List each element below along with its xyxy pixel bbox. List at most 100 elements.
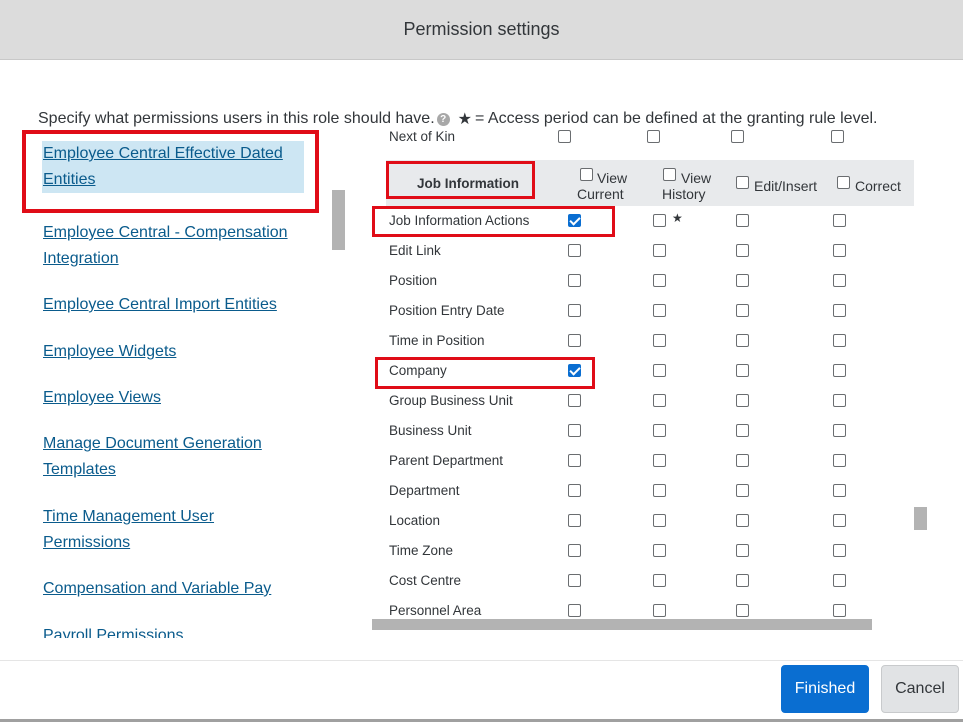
checkbox-time-zone-correct[interactable] xyxy=(833,544,846,557)
checkbox-next-of-kin-edit-insert[interactable] xyxy=(731,130,744,143)
question-icon[interactable]: ? xyxy=(436,112,450,126)
checkbox-edit-link-view-history[interactable] xyxy=(653,244,666,257)
horizontal-scrollbar-thumb[interactable] xyxy=(372,619,872,630)
nav-item-ec-import-entities[interactable]: Employee Central Import Entities xyxy=(43,292,305,318)
row-label: Group Business Unit xyxy=(389,393,513,408)
cancel-button[interactable]: Cancel xyxy=(881,665,959,713)
checkbox-business-unit-edit-insert[interactable] xyxy=(736,424,749,437)
nav-item-time-management-permissions[interactable]: Time Management User Permissions xyxy=(43,504,305,556)
table-row: Parent Department xyxy=(372,446,917,476)
checkbox-group-business-unit-view-current[interactable] xyxy=(568,394,581,407)
left-scrollbar-thumb[interactable] xyxy=(332,190,345,250)
checkbox-header-view-history[interactable] xyxy=(663,168,676,181)
checkbox-personnel-area-correct[interactable] xyxy=(833,604,846,617)
row-label: Personnel Area xyxy=(389,603,482,618)
checkbox-company-view-current[interactable] xyxy=(568,364,581,377)
checkbox-edit-link-view-current[interactable] xyxy=(568,244,581,257)
checkbox-group-business-unit-edit-insert[interactable] xyxy=(736,394,749,407)
column-header-correct: Correct xyxy=(855,178,901,194)
checkbox-personnel-area-edit-insert[interactable] xyxy=(736,604,749,617)
dialog-footer: Finished Cancel xyxy=(0,660,963,722)
checkbox-position-entry-date-view-history[interactable] xyxy=(653,304,666,317)
checkbox-location-view-history[interactable] xyxy=(653,514,666,527)
checkbox-department-view-current[interactable] xyxy=(568,484,581,497)
checkbox-department-edit-insert[interactable] xyxy=(736,484,749,497)
finished-button[interactable]: Finished xyxy=(781,665,869,713)
checkbox-job-information-actions-view-current[interactable] xyxy=(568,214,581,227)
checkbox-time-zone-edit-insert[interactable] xyxy=(736,544,749,557)
checkbox-time-in-position-edit-insert[interactable] xyxy=(736,334,749,347)
row-label: Edit Link xyxy=(389,243,441,258)
right-scrollbar-thumb[interactable] xyxy=(914,507,927,530)
row-label: Parent Department xyxy=(389,453,504,468)
checkbox-job-information-actions-edit-insert[interactable] xyxy=(736,214,749,227)
nav-item-ec-compensation-integration[interactable]: Employee Central - Compensation Integrat… xyxy=(43,220,305,272)
column-header-view-current-line2: Current xyxy=(577,186,624,202)
checkbox-position-view-current[interactable] xyxy=(568,274,581,287)
checkbox-next-of-kin-view-current[interactable] xyxy=(558,130,571,143)
checkbox-personnel-area-view-current[interactable] xyxy=(568,604,581,617)
checkbox-parent-department-edit-insert[interactable] xyxy=(736,454,749,467)
checkbox-position-correct[interactable] xyxy=(833,274,846,287)
checkbox-position-entry-date-view-current[interactable] xyxy=(568,304,581,317)
group-header-row: Job Information View Current View Histor… xyxy=(386,160,914,206)
checkbox-parent-department-correct[interactable] xyxy=(833,454,846,467)
checkbox-company-correct[interactable] xyxy=(833,364,846,377)
checkbox-parent-department-view-current[interactable] xyxy=(568,454,581,467)
nav-item-employee-views[interactable]: Employee Views xyxy=(43,385,305,411)
group-title: Job Information xyxy=(417,176,519,191)
permissions-table: Next of Kin Job Information View Current… xyxy=(372,130,917,618)
dialog-header: Permission settings xyxy=(0,0,963,60)
checkbox-time-in-position-view-history[interactable] xyxy=(653,334,666,347)
checkbox-cost-centre-view-history[interactable] xyxy=(653,574,666,587)
checkbox-job-information-actions-view-history[interactable] xyxy=(653,214,666,227)
checkbox-personnel-area-view-history[interactable] xyxy=(653,604,666,617)
checkbox-next-of-kin-correct[interactable] xyxy=(831,130,844,143)
table-row: Time Zone xyxy=(372,536,917,566)
table-row: Group Business Unit xyxy=(372,386,917,416)
checkbox-header-view-current[interactable] xyxy=(580,168,593,181)
checkbox-position-view-history[interactable] xyxy=(653,274,666,287)
checkbox-business-unit-view-current[interactable] xyxy=(568,424,581,437)
checkbox-location-edit-insert[interactable] xyxy=(736,514,749,527)
column-header-edit-insert: Edit/Insert xyxy=(754,178,818,194)
checkbox-group-business-unit-view-history[interactable] xyxy=(653,394,666,407)
checkbox-edit-link-edit-insert[interactable] xyxy=(736,244,749,257)
row-label: Location xyxy=(389,513,441,528)
checkbox-department-view-history[interactable] xyxy=(653,484,666,497)
checkbox-business-unit-view-history[interactable] xyxy=(653,424,666,437)
checkbox-cost-centre-view-current[interactable] xyxy=(568,574,581,587)
checkbox-position-entry-date-correct[interactable] xyxy=(833,304,846,317)
nav-item-compensation-variable-pay[interactable]: Compensation and Variable Pay xyxy=(43,576,305,602)
checkbox-header-correct[interactable] xyxy=(837,176,850,189)
checkbox-position-edit-insert[interactable] xyxy=(736,274,749,287)
checkbox-cost-centre-correct[interactable] xyxy=(833,574,846,587)
checkbox-company-view-history[interactable] xyxy=(653,364,666,377)
checkbox-group-business-unit-correct[interactable] xyxy=(833,394,846,407)
checkbox-business-unit-correct[interactable] xyxy=(833,424,846,437)
column-header-view-history: View xyxy=(681,170,712,186)
checkbox-time-in-position-view-current[interactable] xyxy=(568,334,581,347)
checkbox-time-zone-view-history[interactable] xyxy=(653,544,666,557)
checkbox-time-in-position-correct[interactable] xyxy=(833,334,846,347)
checkbox-edit-link-correct[interactable] xyxy=(833,244,846,257)
checkbox-parent-department-view-history[interactable] xyxy=(653,454,666,467)
checkbox-header-edit-insert[interactable] xyxy=(736,176,749,189)
table-row: Edit Link xyxy=(372,236,917,266)
instructions-text: Specify what permissions users in this r… xyxy=(38,110,435,127)
checkbox-next-of-kin-view-history[interactable] xyxy=(647,130,660,143)
checkbox-company-edit-insert[interactable] xyxy=(736,364,749,377)
checkbox-location-correct[interactable] xyxy=(833,514,846,527)
checkbox-position-entry-date-edit-insert[interactable] xyxy=(736,304,749,317)
nav-item-ec-effective-dated-entities[interactable]: Employee Central Effective Dated Entitie… xyxy=(42,141,304,193)
table-row: Company xyxy=(372,356,917,386)
checkbox-time-zone-view-current[interactable] xyxy=(568,544,581,557)
checkbox-location-view-current[interactable] xyxy=(568,514,581,527)
nav-item-payroll-permissions[interactable]: Payroll Permissions xyxy=(43,623,305,638)
checkbox-cost-centre-edit-insert[interactable] xyxy=(736,574,749,587)
checkbox-job-information-actions-correct[interactable] xyxy=(833,214,846,227)
nav-item-employee-widgets[interactable]: Employee Widgets xyxy=(43,339,305,365)
nav-item-document-generation-templates[interactable]: Manage Document Generation Templates xyxy=(43,431,305,483)
row-label: Department xyxy=(389,483,460,498)
checkbox-department-correct[interactable] xyxy=(833,484,846,497)
